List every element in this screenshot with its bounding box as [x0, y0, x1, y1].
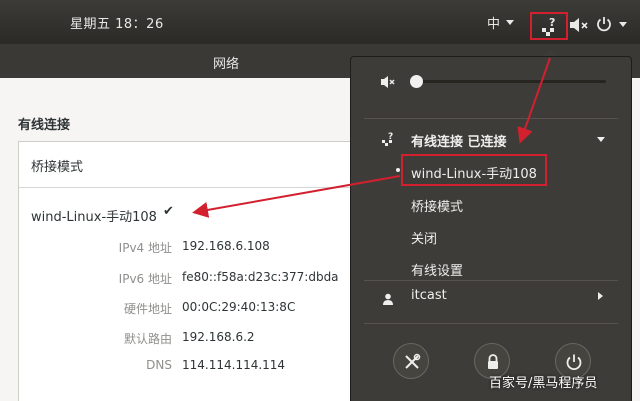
annotation-arrow: [517, 57, 551, 144]
watermark: 百家号/黑马程序员: [489, 376, 598, 391]
annotation-arrow: [192, 175, 401, 218]
annotation-arrows: [192, 57, 551, 218]
